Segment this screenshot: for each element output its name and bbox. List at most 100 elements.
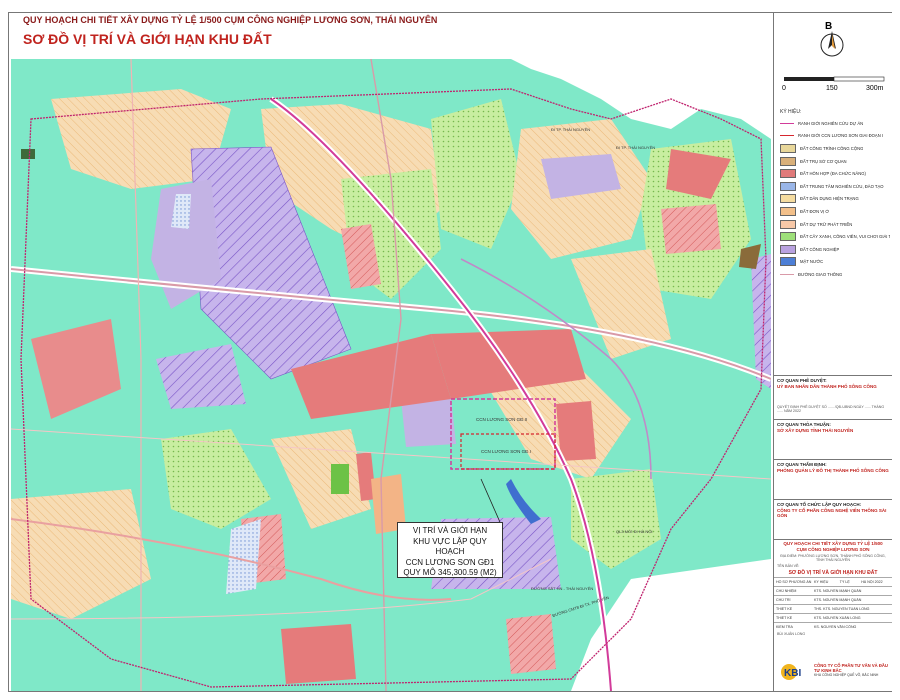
project-name: QUY HOẠCH CHI TIẾT XÂY DỰNG TỶ LỆ 1/500 (783, 541, 883, 546)
appraise-org: PHÒNG QUẢN LÝ ĐÔ THỊ THÀNH PHỐ SÔNG CÔNG (777, 468, 889, 473)
plan-title: QUY HOẠCH CHI TIẾT XÂY DỰNG TỶ LỆ 1/500 … (23, 15, 438, 25)
map-canvas (11, 59, 771, 691)
legend-label: ĐẤT CÔNG TRÌNH CÔNG CỘNG (800, 145, 864, 151)
legend-label: RANH GIỚI NGHIÊN CỨU DỰ ÁN (798, 120, 864, 126)
legend-label: ĐẤT TRỤ SỞ CƠ QUAN (800, 158, 847, 164)
legend-item: ĐẤT HỖN HỢP (ĐA CHỨC NĂNG) (780, 167, 890, 180)
callout-line-3: CCN LƯƠNG SƠN GĐ1 (405, 557, 495, 567)
title-block-cell: THS. KTS. NGUYỄN TUẤN LONG (814, 607, 870, 611)
callout-line-4: QUY MÔ 345,300.59 (M2) (403, 568, 497, 577)
kbi-logo-icon: KBI (781, 664, 801, 680)
legend-swatch (780, 181, 796, 191)
legend-swatch (780, 244, 796, 254)
drawing-sheet: QUY HOẠCH CHI TIẾT XÂY DỰNG TỶ LỆ 1/500 … (8, 12, 892, 692)
mixed-use-zone (556, 401, 596, 461)
legend-item: ĐẤT TRUNG TÂM NGHIÊN CỨU, ĐÀO TẠO (780, 180, 890, 193)
legend-panel: B 0 150 300m KÝ HIỆU: RANH GIỚI NGHIÊN C… (773, 13, 892, 691)
legend-swatch (780, 273, 794, 275)
appraise-section: CƠ QUAN THẨM ĐỊNH: PHÒNG QUẢN LÝ ĐÔ THỊ … (774, 459, 892, 500)
approval-section: CƠ QUAN PHÊ DUYỆT: UỶ BAN NHÂN DÂN THÀNH… (774, 375, 892, 420)
callout-line-2: KHU VỰC LẬP QUY HOẠCH (413, 536, 487, 557)
legend-swatch (780, 169, 796, 179)
title-block-cell: HÀ NỘI 2022 (861, 580, 883, 584)
legend-label: ĐẤT TRUNG TÂM NGHIÊN CỨU, ĐÀO TẠO (800, 183, 884, 189)
legend-label: ĐẤT HỖN HỢP (ĐA CHỨC NĂNG) (800, 171, 866, 177)
title-block-cell: KÝ HIỆU (814, 580, 829, 584)
legend-item: ĐẤT DÂN DỤNG HIỆN TRẠNG (780, 193, 890, 206)
legend-item: ĐƯỜNG GIAO THÔNG (780, 268, 890, 281)
ccn-gd1-label: CCN LƯƠNG SƠN GĐ.I (481, 449, 531, 454)
legend-swatch (780, 122, 794, 124)
organizer-head: CƠ QUAN TỔ CHỨC LẬP QUY HOẠCH: (777, 502, 862, 507)
organizer-org: CÔNG TY CỔ PHẦN CÔNG NGHỆ VIỄN THÔNG SÀI… (777, 508, 887, 518)
legend-label: ĐẤT CÔNG NGHIỆP (800, 246, 840, 252)
title-block-row: KIỂM TRA KS. NGUYỄN VĂN CÔNG (774, 622, 892, 631)
title-block-cell: THIẾT KẾ (776, 616, 793, 620)
compass-icon: B (820, 21, 844, 57)
title-block-cell: KTS. NGUYỄN XUÂN LONG (814, 616, 861, 620)
appraise-head: CƠ QUAN THẨM ĐỊNH: (777, 462, 827, 467)
logo-text: KBI (784, 668, 801, 679)
legend-item: ĐẤT CÔNG TRÌNH CÔNG CỘNG (780, 142, 890, 155)
legend-item: ĐẤT CÂY XANH, CÔNG VIÊN, VUI CHƠI GIẢI T… (780, 230, 890, 243)
review-head: CƠ QUAN THỎA THUẬN: (777, 422, 831, 427)
approval-org: UỶ BAN NHÂN DÂN THÀNH PHỐ SÔNG CÔNG (777, 384, 877, 389)
drawing-name: SƠ ĐỒ VỊ TRÍ VÀ GIỚI HẠN KHU ĐẤT (788, 570, 878, 576)
title-block-cell: CHỦ NHIỆM (776, 589, 797, 593)
legend-swatch (780, 257, 796, 267)
location-map[interactable]: CCN LƯƠNG SƠN GĐ.II CCN LƯƠNG SƠN GĐ.I Đ… (11, 59, 771, 691)
legend-item: ĐẤT ĐƠN VỊ Ở (780, 205, 890, 218)
approval-head: CƠ QUAN PHÊ DUYỆT: (777, 378, 827, 383)
legend-swatch (780, 232, 796, 242)
legend-label: ĐẤT DỰ TRỮ PHÁT TRIỂN (800, 221, 853, 227)
company-block: CÔNG TY CỔ PHẦN TƯ VẤN VÀ ĐẦU TƯ KINH BẮ… (814, 663, 890, 678)
legend-item: ĐẤT CÔNG NGHIỆP (780, 243, 890, 256)
road-label: ĐI TP. THÁI NGUYÊN (551, 127, 591, 132)
company-address: KHU CÔNG NGHIỆP QUẾ VÕ, BẮC NINH (814, 673, 879, 677)
legend-item: RANH GIỚI NGHIÊN CỨU DỰ ÁN (780, 117, 890, 130)
title-block-cell: KIỂM TRA (776, 625, 793, 629)
title-block-row: THIẾT KẾ THS. KTS. NGUYỄN TUẤN LONG (774, 604, 892, 613)
title-block-cell: TỶ LỆ (839, 580, 850, 584)
title-block-cell: THIẾT KẾ (776, 607, 793, 611)
legend-swatch (780, 194, 796, 204)
title-block: QUY HOẠCH CHI TIẾT XÂY DỰNG TỶ LỆ 1/500 … (774, 539, 892, 660)
title-block-row: THIẾT KẾ KTS. NGUYỄN XUÂN LONG (774, 613, 892, 622)
title-block-cell: KS. NGUYỄN VĂN CÔNG (814, 625, 857, 629)
legend-swatch (780, 156, 796, 166)
organizer-section: CƠ QUAN TỔ CHỨC LẬP QUY HOẠCH: CÔNG TY C… (774, 499, 892, 540)
review-org: SỞ XÂY DỰNG TỈNH THÁI NGUYÊN (777, 428, 854, 433)
title-block-cell: KTS. NGUYỄN MẠNH QUÂN (814, 598, 862, 602)
map-title: SƠ ĐỒ VỊ TRÍ VÀ GIỚI HẠN KHU ĐẤT (23, 31, 272, 47)
legend-label: ĐẤT ĐƠN VỊ Ở (800, 208, 829, 214)
scale-label: 0 (782, 85, 786, 92)
legend-item: ĐẤT DỰ TRỮ PHÁT TRIỂN (780, 218, 890, 231)
title-block-cell: HỒ SƠ PHƯƠNG ÁN HỒ SƠ (776, 580, 812, 584)
legend-swatch (780, 135, 794, 137)
title-block-cell: CHỦ TRÌ (776, 598, 791, 602)
north-label: B (825, 21, 832, 32)
project-place: ĐỊA ĐIỂM: PHƯỜNG LƯƠNG SƠN, THÀNH PHỐ SÔ… (780, 554, 886, 562)
company-name: CÔNG TY CỔ PHẦN TƯ VẤN VÀ ĐẦU TƯ KINH BẮ… (814, 663, 888, 673)
legend-swatch (780, 219, 796, 229)
scale-bar: 0 150 300m (780, 73, 888, 103)
map-legend: KÝ HIỆU: RANH GIỚI NGHIÊN CỨU DỰ ÁN RANH … (780, 109, 890, 281)
legend-label: MẶT NƯỚC (800, 259, 824, 265)
legend-swatch (780, 206, 796, 216)
road-label: QL3 MỚI ĐI HÀ NỘI (616, 529, 653, 534)
legend-label: ĐẤT CÂY XANH, CÔNG VIÊN, VUI CHƠI GIẢI T… (800, 234, 890, 240)
legend-label: ĐƯỜNG GIAO THÔNG (798, 271, 843, 277)
callout-line-1: VỊ TRÍ VÀ GIỚI HẠN (412, 526, 488, 535)
mixed-use-zone (661, 204, 721, 254)
road-label: ĐI TP. THÁI NGUYÊN (616, 145, 656, 150)
legend-swatch (780, 143, 796, 153)
approval-note: QUYẾT ĐỊNH PHÊ DUYỆT SỐ ...... /QĐ-UBND … (777, 405, 885, 413)
legend-title: KÝ HIỆU: (780, 109, 802, 115)
title-block-row: CHỦ NHIỆM KTS. NGUYỄN MẠNH QUÂN (774, 586, 892, 595)
mixed-use-zone (281, 624, 356, 684)
project-callout: VỊ TRÍ VÀ GIỚI HẠN KHU VỰC LẬP QUY HOẠCH… (397, 522, 503, 578)
road-label: ĐƯỜNG SẮT HN - THÁI NGUYÊN (531, 586, 594, 591)
legend-label: RANH GIỚI CCN LƯƠNG SƠN GIAI ĐOẠN I (798, 133, 884, 139)
legend-label: ĐẤT DÂN DỤNG HIỆN TRẠNG (800, 196, 859, 202)
legend-item: ĐẤT TRỤ SỞ CƠ QUAN (780, 155, 890, 168)
